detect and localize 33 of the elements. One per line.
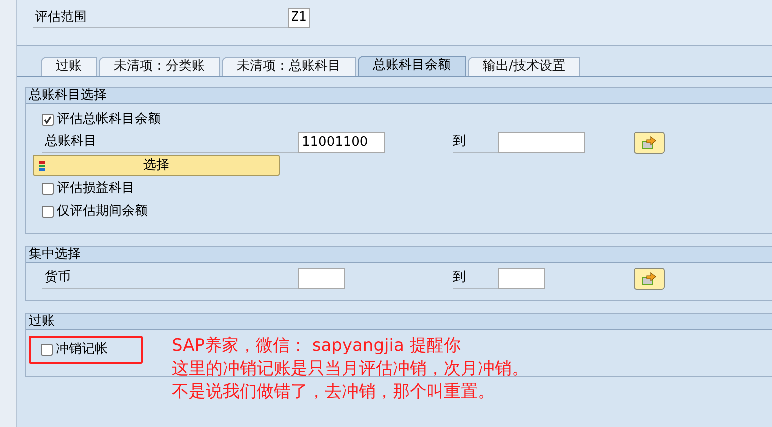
group-title: 总账科目选择 (26, 88, 772, 104)
annotation-text: 这里的冲销记账是只当月评估冲销，次月冲销。 (172, 358, 529, 381)
arrow-icon (642, 272, 658, 286)
annotation-text: SAP养家，微信： sapyangjia 提醒你 (172, 335, 462, 358)
field-label: 总账科目 (42, 132, 298, 153)
select-button[interactable]: 选择 (33, 155, 280, 176)
arrow-icon (642, 136, 658, 150)
checkbox-label: 冲销记帐 (56, 341, 108, 360)
multiple-selection-button[interactable] (634, 132, 665, 154)
checkbox-label: 仅评估期间余额 (57, 202, 148, 221)
checkbox-label: 评估总帐科目余额 (57, 110, 161, 129)
group-title: 集中选择 (26, 247, 772, 263)
input-field[interactable] (498, 268, 545, 289)
input-field[interactable] (298, 268, 345, 289)
tab[interactable]: 未清项：分类账 (99, 57, 220, 76)
tab[interactable]: 过账 (41, 57, 97, 76)
tab[interactable]: 输出/技术设置 (468, 57, 580, 76)
checkbox-label: 评估损益科目 (57, 180, 135, 198)
field-label: 货币 (42, 268, 298, 289)
multiple-selection-button[interactable] (634, 268, 665, 290)
checkbox[interactable] (42, 206, 54, 218)
checkbox[interactable] (42, 114, 54, 126)
annotation-text: 不是说我们做错了，去冲销，那个叫重置。 (172, 381, 496, 404)
tab[interactable]: 未清项：总账科目 (222, 57, 356, 76)
checkbox[interactable] (42, 182, 54, 194)
checkbox[interactable] (41, 344, 53, 356)
list-icon (37, 160, 47, 172)
input-field[interactable]: 11001100 (298, 132, 385, 153)
input-field[interactable] (498, 132, 585, 153)
group-title: 过账 (26, 314, 772, 330)
field-label: 评估范围 (33, 8, 288, 28)
input-field[interactable]: Z1 (288, 8, 310, 28)
tab[interactable]: 总账科目余额 (358, 56, 466, 76)
